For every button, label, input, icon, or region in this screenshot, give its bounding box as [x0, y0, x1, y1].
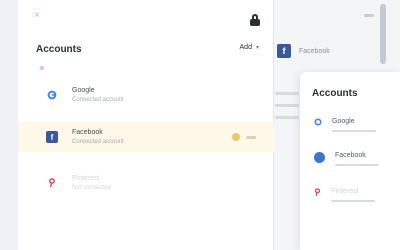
preview-item-label: Google [332, 118, 355, 125]
preview-title: Accounts [312, 88, 358, 99]
background-list-item[interactable] [275, 92, 299, 95]
close-icon[interactable]: × [34, 10, 40, 21]
preview-item-label: Facebook [335, 152, 366, 159]
page-title: Accounts [36, 44, 82, 55]
more-options-icon[interactable] [246, 135, 256, 139]
preview-item-facebook[interactable]: Facebook [314, 152, 379, 166]
chevron-down-icon: ▾ [255, 45, 259, 51]
pinterest-icon [49, 178, 55, 188]
facebook-icon [314, 152, 325, 163]
background-account-row[interactable]: f Facebook [277, 44, 330, 58]
preview-item-label: Pinterest [331, 188, 359, 195]
account-row-google[interactable]: Google Connected account [18, 80, 274, 110]
app-stage: f Facebook × Accounts Add ▾ Google Conne… [0, 0, 400, 250]
background-list [275, 92, 299, 128]
account-status: Connected account [72, 97, 124, 103]
account-status: Not connected [72, 185, 111, 191]
status-dot-icon [232, 133, 240, 141]
background-list-item[interactable] [275, 104, 299, 107]
preview-item-google[interactable]: Google [314, 118, 376, 132]
lock-icon [250, 14, 260, 26]
account-row-pinterest[interactable]: Pinterest Not connected [18, 168, 274, 198]
add-dropdown-label: Add [239, 44, 252, 51]
section-marker [40, 66, 44, 70]
accounts-card-preview: Accounts Google Facebook Pinterest [300, 72, 400, 250]
row-actions [232, 133, 256, 141]
account-name: Facebook [72, 129, 103, 136]
google-icon [47, 90, 57, 100]
background-scrollbar[interactable] [380, 4, 386, 64]
background-list-item[interactable] [275, 116, 299, 119]
accounts-card: × Accounts Add ▾ Google Connected accoun… [18, 0, 274, 250]
facebook-icon: f [46, 131, 58, 143]
account-status: Connected account [72, 139, 124, 145]
card-topbar: × [18, 0, 274, 36]
preview-item-pinterest[interactable]: Pinterest [314, 188, 375, 202]
background-account-label: Facebook [299, 47, 330, 55]
pinterest-icon [314, 188, 321, 197]
add-dropdown[interactable]: Add ▾ [240, 44, 259, 51]
background-minimize-icon[interactable] [364, 13, 374, 17]
account-row-facebook[interactable]: f Facebook Connected account [18, 122, 274, 152]
facebook-icon: f [277, 44, 291, 58]
account-name: Pinterest [72, 175, 100, 182]
account-name: Google [72, 87, 95, 94]
google-icon [314, 118, 322, 126]
